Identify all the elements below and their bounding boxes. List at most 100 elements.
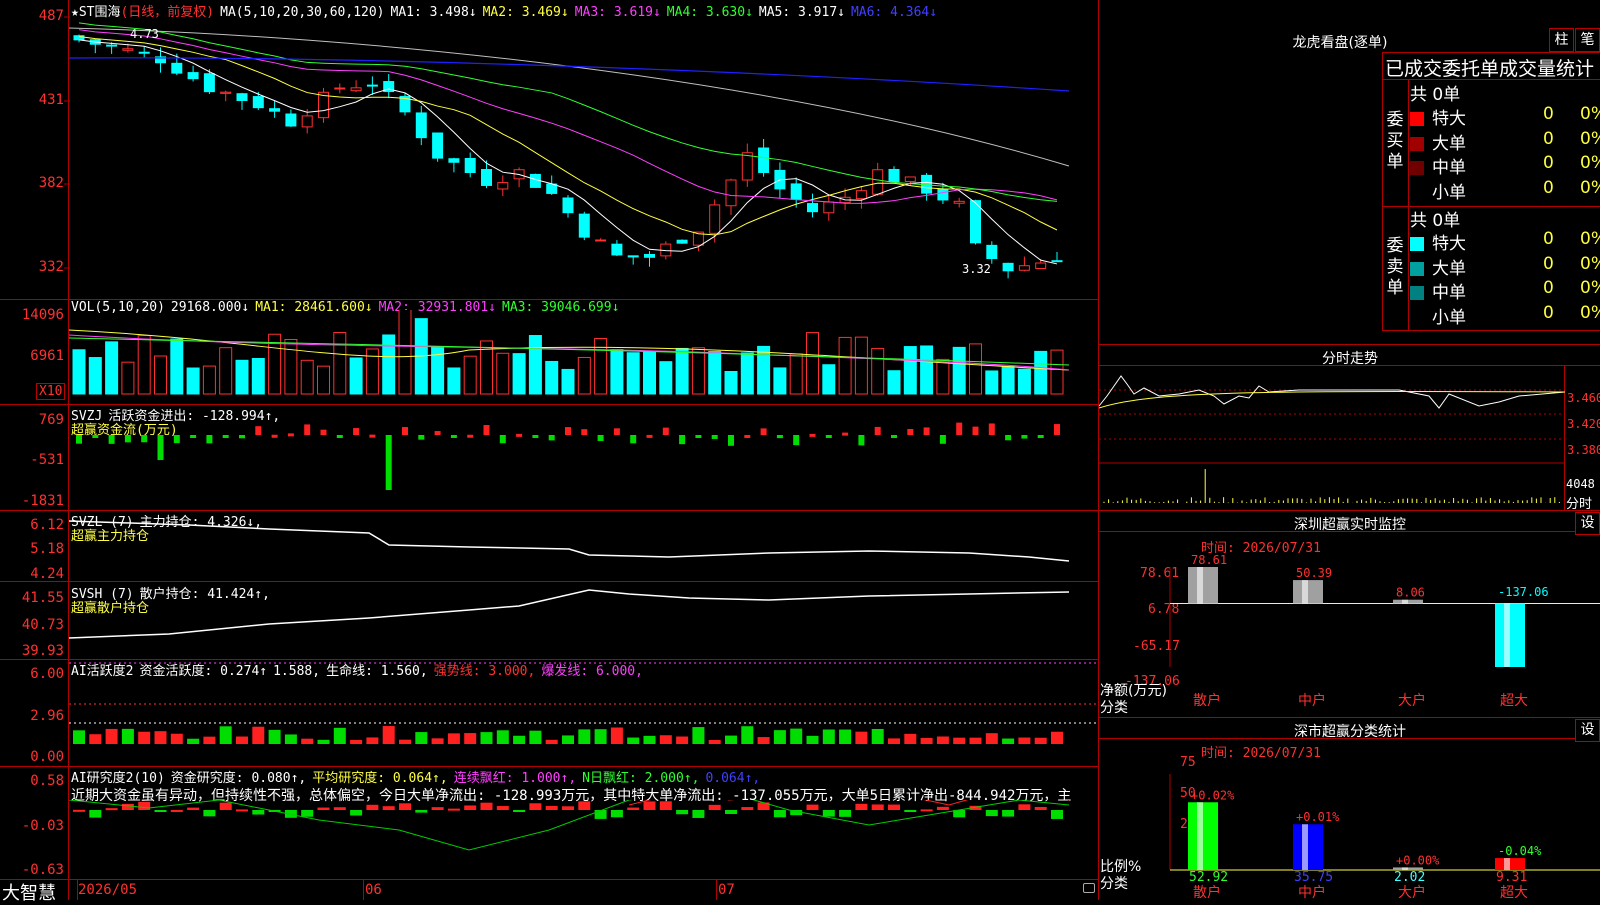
research-bar	[1034, 806, 1047, 810]
research-bar	[773, 810, 786, 818]
order-size-label: 特大	[1432, 234, 1466, 254]
ai-active-chart[interactable]	[69, 660, 1098, 766]
flow-bar	[402, 427, 408, 435]
flow-bar	[418, 435, 425, 440]
candle-body	[986, 244, 998, 260]
sz-monitor-chart[interactable]: 78.61 散户 50.39 中户 8.06 大户 -137.06 超大	[1098, 545, 1600, 717]
activity-bar	[594, 729, 607, 744]
flow-bar	[92, 435, 99, 438]
ai-research-y-tick: -0.03	[21, 818, 64, 834]
research-bar	[985, 810, 998, 817]
volume-bar	[806, 332, 819, 395]
activity-bar	[513, 735, 526, 744]
bar-mode-button[interactable]: 柱	[1549, 28, 1574, 52]
candle-body	[546, 183, 558, 194]
flow-bar	[353, 428, 360, 435]
buy-side-label: 委买单	[1386, 110, 1404, 172]
volume-bar	[675, 347, 689, 395]
activity-bar	[496, 730, 509, 744]
flow-bar	[891, 435, 897, 438]
research-bar	[333, 807, 346, 810]
color-swatch	[1410, 286, 1424, 300]
activity-bar	[920, 737, 933, 744]
candle-body	[807, 203, 818, 213]
flow-bar	[173, 435, 180, 444]
bar-value-label: 52.92	[1189, 870, 1228, 885]
volume-bar	[969, 343, 982, 395]
flow-bar	[711, 435, 718, 439]
research-bar	[464, 805, 477, 810]
flow-bar	[157, 435, 164, 460]
activity-bar	[415, 732, 428, 744]
vol-unit-badge: X10	[36, 383, 66, 400]
research-bar	[692, 810, 705, 818]
svzj-chart[interactable]	[69, 405, 1098, 510]
research-bar	[1002, 810, 1015, 817]
flow-bar	[450, 435, 457, 438]
candle-body	[1051, 260, 1063, 263]
activity-bar	[773, 730, 786, 744]
volume-bar	[626, 352, 640, 395]
order-size-label: 特大	[1432, 109, 1466, 129]
research-bar	[822, 810, 835, 817]
activity-bar	[366, 737, 379, 744]
main-y-tick: 332	[38, 259, 64, 275]
ai-research-t3: 连续飘红: 1.000↑,	[453, 771, 577, 786]
candle-body	[627, 255, 639, 258]
svsh-chart[interactable]	[69, 582, 1098, 659]
bar-value-label: 9.31	[1496, 870, 1527, 885]
intraday-chart[interactable]	[1099, 366, 1565, 510]
ma-line	[78, 22, 1058, 202]
color-swatch	[1410, 112, 1424, 126]
volume-bar	[88, 357, 102, 395]
candle-body	[1002, 262, 1014, 272]
volume-bar	[154, 355, 167, 395]
research-bar	[89, 810, 102, 818]
ai-active-y-tick: 0.00	[30, 749, 64, 765]
research-bar	[839, 810, 852, 817]
svzl-y-tick: 4.24	[30, 566, 64, 582]
ai-active-y-tick: 2.96	[30, 708, 64, 724]
intraday-vol-sub: 分时	[1566, 497, 1593, 512]
volume-bar	[528, 335, 542, 395]
volume-bar	[512, 353, 526, 395]
bar-value-label: 8.06	[1396, 586, 1425, 600]
order-count: 0	[1543, 104, 1554, 124]
ai-research-t4: N日飘红: 2.000↑,	[582, 771, 700, 786]
order-row: 中单 0 0%	[1410, 278, 1600, 303]
intraday-y-tick: 3.420	[1567, 417, 1600, 431]
candle-body	[823, 201, 835, 214]
sz-class-settings-button[interactable]: 设	[1575, 719, 1600, 742]
activity-bar	[121, 728, 134, 744]
candle-body	[709, 204, 721, 234]
order-count: 0	[1543, 153, 1554, 173]
lock-icon[interactable]	[1083, 883, 1095, 893]
candle-body	[236, 93, 248, 101]
sz-monitor-settings-button[interactable]: 设	[1575, 512, 1600, 535]
color-swatch	[1410, 161, 1424, 175]
ai-research-chart[interactable]	[69, 800, 1098, 879]
sz-class-chart[interactable]: +0.02% 散户 +0.01% 中户 +0.00% 大户 -0.04% 超大 52.92 35.…	[1098, 752, 1600, 900]
activity-bar	[822, 729, 835, 744]
buy-total: 共 0单	[1410, 85, 1461, 105]
flow-bar	[858, 435, 865, 446]
volume-bar	[789, 353, 803, 395]
svzl-chart[interactable]	[69, 511, 1098, 581]
flow-bar	[939, 435, 946, 444]
research-bar	[447, 808, 460, 811]
volume-chart[interactable]	[69, 310, 1098, 404]
volume-bar	[1050, 349, 1064, 395]
candle-body	[872, 169, 884, 195]
flow-bar	[336, 435, 343, 438]
flow-bar	[483, 425, 490, 435]
candle-body	[203, 73, 215, 93]
candlestick-chart[interactable]	[69, 16, 1098, 299]
activity-bar	[871, 728, 884, 744]
flow-bar	[956, 422, 963, 435]
activity-bar	[187, 738, 200, 744]
pen-mode-button[interactable]: 笔	[1575, 28, 1600, 52]
order-size-label: 大单	[1432, 258, 1466, 279]
sz-class-title: 深市超赢分类统计	[1294, 724, 1406, 740]
research-bar	[513, 810, 526, 812]
vol-ma1-line	[69, 329, 1070, 371]
